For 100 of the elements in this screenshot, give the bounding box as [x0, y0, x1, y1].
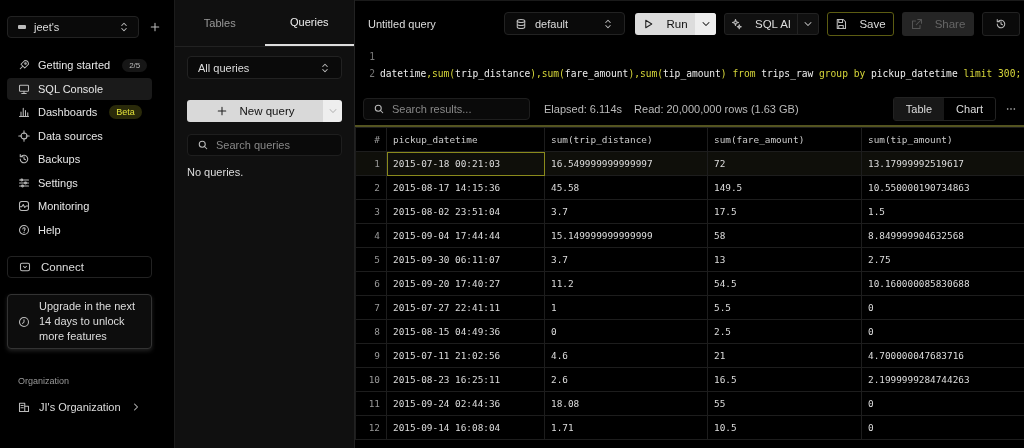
table-cell: 2.6 [544, 367, 708, 392]
database-icon [515, 17, 527, 30]
table-cell: 72 [707, 151, 862, 176]
table-cell: 1 [544, 295, 708, 320]
search-field[interactable]: Search results... [363, 98, 530, 120]
new-query-button[interactable]: New query [187, 100, 323, 122]
connect-button[interactable]: Connect [7, 256, 152, 278]
view-tab[interactable]: Chart [944, 98, 995, 120]
table-cell: 0 [544, 319, 708, 344]
table-row[interactable]: 6 2015-09-20 17:40:27 11.2 54.5 10.160000085830688 [355, 271, 1024, 296]
row-number: 2 [355, 175, 387, 200]
nav-label: SQL Console [38, 82, 104, 95]
dropdown-button[interactable] [695, 12, 716, 35]
history-button[interactable] [982, 11, 1020, 36]
panel-tab[interactable]: Queries [264, 0, 354, 46]
sort-icon [602, 17, 614, 30]
nav-item[interactable]: Data sources [7, 124, 152, 147]
line-number: 2 [368, 68, 376, 79]
table-cell: 11.2 [544, 271, 708, 296]
nav-item[interactable]: Backups [7, 148, 152, 170]
table-cell: 45.58 [544, 175, 708, 200]
crosshair-icon [18, 129, 30, 142]
table-cell: 2015-08-15 04:49:36 [386, 319, 545, 344]
table-row[interactable]: 10 2015-08-23 16:25:11 2.6 16.5 2.1999999284744263 [355, 367, 1024, 392]
database-select[interactable]: default [504, 12, 625, 35]
table-row[interactable]: 5 2015-09-30 06:11:07 3.7 13 2.75 [355, 247, 1024, 272]
nav-label: Monitoring [38, 200, 90, 212]
nav-label: Data sources [38, 129, 103, 142]
table-cell: 2015-08-02 23:51:04 [386, 199, 545, 224]
monitor-icon [18, 82, 30, 95]
help-icon [18, 223, 30, 236]
organization-item[interactable]: JI's Organization [7, 396, 152, 418]
row-number: 4 [355, 223, 387, 248]
table-cell: 2015-07-11 21:02:56 [386, 343, 545, 368]
search-field[interactable]: Search queries [187, 134, 342, 156]
count-badge: 2/5 [122, 58, 148, 72]
table-row[interactable]: 9 2015-07-11 21:02:56 4.6 21 4.700000047683716 [355, 343, 1024, 368]
nav-item[interactable]: Help [7, 218, 152, 241]
workspace-select[interactable]: jeet's [7, 16, 139, 38]
table-cell: 2.5 [707, 319, 862, 344]
upgrade-text: Upgrade in the next 14 days to unlock more features [39, 299, 136, 344]
row-number: 10 [355, 367, 387, 392]
nav-item[interactable]: Dashboards Beta [7, 101, 152, 123]
table-cell: 2015-09-20 17:40:27 [386, 271, 545, 296]
history-icon [995, 17, 1007, 30]
play-icon [642, 17, 655, 30]
row-number: 6 [355, 271, 387, 296]
section-heading: Organization [18, 376, 71, 386]
table-cell: 1.71 [544, 415, 708, 440]
sort-icon [319, 61, 331, 74]
row-number: 1 [355, 151, 387, 176]
column-header: # [355, 127, 387, 152]
table-cell: 2015-09-30 06:11:07 [386, 247, 545, 272]
table-row[interactable]: 2 2015-08-17 14:15:36 45.58 149.5 10.550000190734863 [355, 175, 1024, 200]
nav-item[interactable]: Monitoring [7, 195, 152, 217]
table-row[interactable]: 3 2015-08-02 23:51:04 3.7 17.5 1.5 [355, 199, 1024, 224]
table-cell: 4.6 [544, 343, 708, 368]
table-cell: 2015-09-14 16:08:04 [386, 415, 545, 440]
nav-label: Getting started [38, 59, 111, 71]
table-cell: 2015-08-23 16:25:11 [386, 367, 545, 392]
plus-icon [215, 105, 228, 117]
table-row[interactable]: 11 2015-09-24 02:44:36 18.08 55 0 [355, 391, 1024, 416]
more-icon[interactable] [1006, 107, 1016, 111]
history-icon [18, 153, 30, 165]
table-cell: 3.7 [544, 247, 708, 272]
nav-item[interactable]: Settings [7, 171, 152, 194]
row-number: 9 [355, 343, 387, 368]
save-button[interactable]: Save [827, 11, 894, 36]
code-line: datetime,sum(trip_distance),sum(fare_amount),sum(tip_amount) from trips_raw group by pickup_datetime limit 300; [380, 68, 1022, 79]
sliders-icon [18, 176, 30, 189]
line-number: 1 [368, 51, 376, 62]
nav-item[interactable]: SQL Console [7, 77, 152, 100]
row-number: 11 [355, 391, 387, 416]
table-cell: 58 [707, 223, 862, 248]
elapsed-text: Elapsed: 6.114s [544, 103, 623, 115]
table-row[interactable]: 4 2015-09-04 17:44:44 15.149999999999999 58 8.849999904632568 [355, 223, 1024, 248]
table-cell: 2015-07-18 00:21:03 [386, 151, 545, 176]
add-button[interactable] [149, 21, 161, 33]
table-row[interactable]: 1 2015-07-18 00:21:03 16.549999999999997 72 13.17999992519617 [355, 151, 1024, 176]
table-cell: 15.149999999999999 [544, 223, 708, 248]
empty-message: No queries. [187, 166, 245, 178]
organization-name: JI's Organization [39, 401, 121, 413]
table-row[interactable]: 7 2015-07-27 22:41:11 1 5.5 0 [355, 295, 1024, 320]
query-filter-select[interactable]: All queries [187, 56, 342, 79]
panel-tab[interactable]: Tables [175, 0, 265, 46]
table-row[interactable]: 12 2015-09-14 16:08:04 1.71 10.5 0 [355, 415, 1024, 440]
rows-read-text: Read: 20,000,000 rows (1.63 GB) [634, 103, 799, 115]
nav-label: Dashboards [38, 106, 98, 118]
nav-item[interactable]: Getting started 2/5 [7, 54, 152, 76]
row-number: 5 [355, 247, 387, 272]
column-header: pickup_datetime [386, 127, 545, 152]
table-cell: 54.5 [707, 271, 862, 296]
table-row[interactable]: 8 2015-08-15 04:49:36 0 2.5 0 [355, 319, 1024, 344]
column-header: sum(tip_amount) [861, 127, 1024, 152]
view-tab[interactable]: Table [893, 98, 945, 120]
floppy-disk-icon [835, 17, 848, 30]
building-icon [18, 401, 30, 413]
row-number: 3 [355, 199, 387, 224]
table-cell: 55 [707, 391, 862, 416]
table-cell: 18.08 [544, 391, 708, 416]
